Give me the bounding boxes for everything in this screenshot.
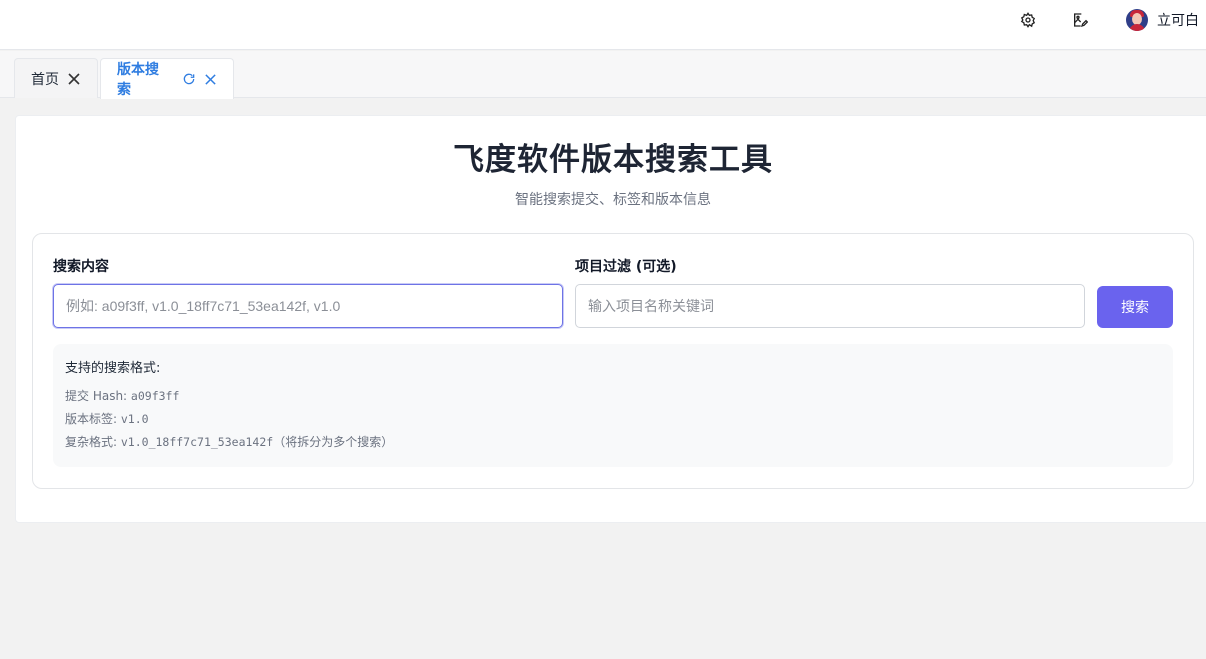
user-menu[interactable]: 立可白 [1126, 9, 1199, 31]
search-button[interactable]: 搜索 [1097, 286, 1173, 328]
top-header: 立可白 [0, 0, 1206, 50]
project-filter-label: 项目过滤 (可选) [575, 259, 677, 275]
avatar [1126, 9, 1148, 31]
help-title: 支持的搜索格式: [65, 361, 161, 376]
tab-label: 首页 [31, 71, 59, 88]
tab-label: 版本搜索 [117, 62, 159, 98]
help-item: 提交 Hash: a09f3ff [65, 389, 180, 403]
search-input[interactable] [53, 284, 563, 328]
tab-home[interactable]: 首页 [14, 58, 98, 98]
refresh-icon[interactable] [182, 72, 196, 86]
tabs-bar: 首页 版本搜索 [0, 51, 1206, 99]
project-filter-input[interactable] [575, 284, 1085, 328]
user-name: 立可白 [1157, 13, 1199, 29]
search-label: 搜索内容 [53, 259, 109, 275]
gear-icon[interactable] [1019, 11, 1037, 29]
help-item: 复杂格式: v1.0_18ff7c71_53ea142f（将拆分为多个搜索） [65, 435, 394, 449]
image-edit-icon[interactable] [1071, 11, 1089, 29]
close-icon[interactable] [204, 73, 217, 86]
search-card: 飞度软件版本搜索工具 智能搜索提交、标签和版本信息 搜索内容 项目过滤 (可选)… [15, 115, 1206, 523]
search-format-help: 支持的搜索格式: 提交 Hash: a09f3ff 版本标签: v1.0 复杂格… [53, 344, 1173, 467]
page-title: 飞度软件版本搜索工具 [453, 142, 773, 178]
help-item: 版本标签: v1.0 [65, 412, 149, 426]
close-icon[interactable] [67, 72, 81, 86]
page-subtitle: 智能搜索提交、标签和版本信息 [515, 192, 711, 208]
search-panel: 搜索内容 项目过滤 (可选) 搜索 支持的搜索格式: 提交 Hash: a09f… [32, 233, 1194, 489]
tab-version-search[interactable]: 版本搜索 [100, 58, 234, 99]
